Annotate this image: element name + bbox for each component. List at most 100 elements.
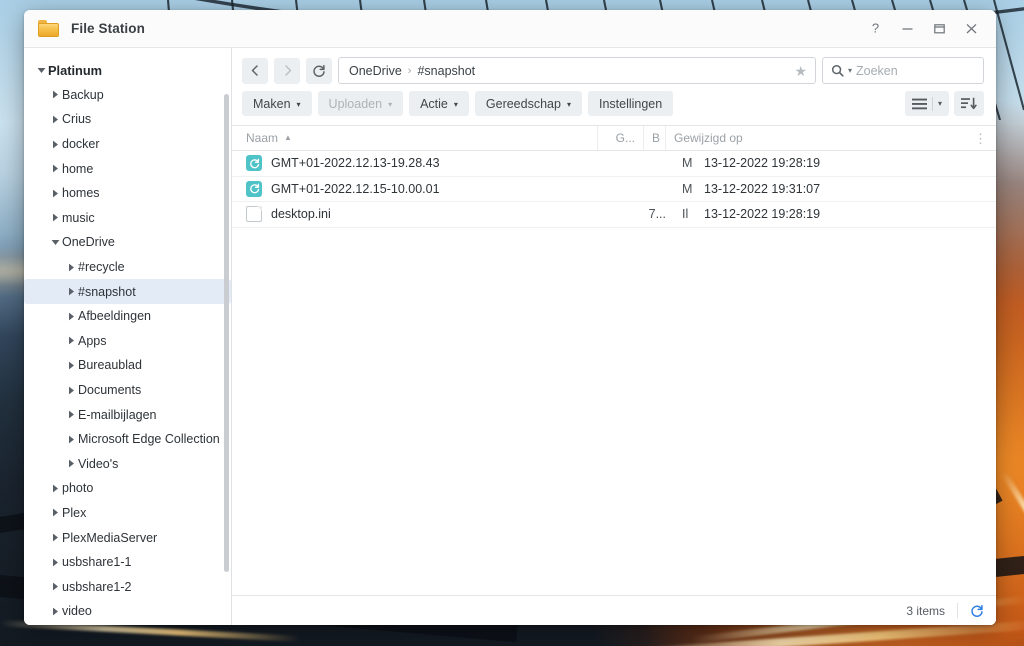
chevron-right-icon[interactable] <box>64 263 78 272</box>
toolbar-button-label: Maken <box>253 96 291 111</box>
sidebar-tree[interactable]: Platinum Backup Crius docker home homes music O… <box>24 48 232 625</box>
chevron-right-icon[interactable] <box>48 533 62 542</box>
forward-button[interactable] <box>274 57 300 84</box>
sidebar-scrollbar[interactable] <box>224 94 229 572</box>
maken-button[interactable]: Maken ▾ <box>242 91 312 116</box>
sidebar-item-video[interactable]: video <box>24 599 231 624</box>
chevron-right-icon[interactable] <box>64 386 78 395</box>
breadcrumb-item-1[interactable]: #snapshot <box>417 64 475 78</box>
sidebar-item-microsoft-edge-collection[interactable]: Microsoft Edge Collection <box>24 427 231 452</box>
column-header-name[interactable]: Naam ▲ <box>244 126 597 150</box>
column-header-type[interactable]: B <box>643 126 665 150</box>
refresh-button[interactable] <box>306 57 332 84</box>
search-box[interactable]: ▾ <box>822 57 984 84</box>
close-button[interactable] <box>956 16 986 42</box>
chevron-right-icon[interactable] <box>48 164 62 173</box>
sidebar-item-label: docker <box>62 137 100 152</box>
chevron-right-icon[interactable] <box>64 287 78 296</box>
chevron-right-icon[interactable] <box>48 484 62 493</box>
chevron-down-icon[interactable]: ▾ <box>297 100 301 109</box>
uploaden-button[interactable]: Uploaden ▾ <box>317 91 404 116</box>
chevron-down-icon[interactable]: ▾ <box>938 99 942 108</box>
sidebar-item-bureaublad[interactable]: Bureaublad <box>24 353 231 378</box>
file-type-cell: M <box>682 181 693 196</box>
chevron-right-icon[interactable] <box>48 213 62 222</box>
item-count-label: 3 items <box>906 603 945 618</box>
sidebar-item-usbshare1-1[interactable]: usbshare1-1 <box>24 550 231 575</box>
sidebar-item-backup[interactable]: Backup <box>24 83 231 108</box>
search-scope-caret-icon[interactable]: ▾ <box>848 66 852 75</box>
chevron-right-icon[interactable] <box>48 189 62 198</box>
more-options-icon[interactable]: ⋮ <box>965 132 996 145</box>
gereedschap-button[interactable]: Gereedschap ▾ <box>474 91 582 116</box>
sidebar-item-afbeeldingen[interactable]: Afbeeldingen <box>24 304 231 329</box>
instellingen-button[interactable]: Instellingen <box>587 91 674 116</box>
sidebar-item-home[interactable]: home <box>24 156 231 181</box>
refresh-icon <box>971 604 983 617</box>
chevron-down-icon[interactable] <box>48 239 62 246</box>
chevron-right-icon[interactable] <box>64 410 78 419</box>
help-button[interactable]: ? <box>860 16 890 42</box>
sidebar-item-photo[interactable]: photo <box>24 476 231 501</box>
chevron-right-icon[interactable] <box>48 607 62 616</box>
sidebar-item-apps[interactable]: Apps <box>24 329 231 354</box>
sort-descending-icon <box>961 97 977 110</box>
sidebar-item-platinum[interactable]: Platinum <box>24 58 231 83</box>
file-size-cell: 7... <box>648 207 666 222</box>
chevron-right-icon[interactable] <box>64 336 78 345</box>
chevron-right-icon[interactable] <box>48 508 62 517</box>
file-list[interactable]: GMT+01-2022.12.13-19.28.43 M 13-12-2022 19… <box>232 151 996 595</box>
sidebar-item-label: usbshare1-1 <box>62 555 132 570</box>
sidebar-item-docker[interactable]: docker <box>24 132 231 157</box>
sidebar-item-plex[interactable]: Plex <box>24 501 231 526</box>
table-row[interactable]: GMT+01-2022.12.13-19.28.43 M 13-12-2022 19… <box>232 151 996 177</box>
sidebar-item-label: Afbeeldingen <box>78 309 151 324</box>
chevron-right-icon[interactable] <box>48 115 62 124</box>
sort-button[interactable] <box>954 91 984 116</box>
window-titlebar[interactable]: File Station ? <box>24 10 996 48</box>
sidebar-item-label: video <box>62 604 92 619</box>
sidebar-item-homes[interactable]: homes <box>24 181 231 206</box>
toolbar-button-label: Uploaden <box>328 96 383 111</box>
navigation-bar: OneDrive › #snapshot ★ ▾ <box>232 48 996 89</box>
column-header-modified[interactable]: Gewijzigd op <box>665 126 965 150</box>
sidebar-item-crius[interactable]: Crius <box>24 107 231 132</box>
chevron-right-icon[interactable] <box>48 140 62 149</box>
actie-button[interactable]: Actie ▾ <box>409 91 469 116</box>
chevron-right-icon[interactable] <box>64 361 78 370</box>
chevron-down-icon[interactable]: ▾ <box>567 100 571 109</box>
breadcrumb-item-0[interactable]: OneDrive <box>349 64 402 78</box>
table-row[interactable]: desktop.ini 7... Il 13-12-2022 19:28:19 <box>232 202 996 228</box>
sidebar-item-documents[interactable]: Documents <box>24 378 231 403</box>
chevron-right-icon[interactable] <box>48 582 62 591</box>
sidebar-item-music[interactable]: music <box>24 206 231 231</box>
maximize-button[interactable] <box>924 16 954 42</box>
sidebar-item-onedrive[interactable]: OneDrive <box>24 230 231 255</box>
search-input[interactable] <box>856 63 975 78</box>
chevron-down-icon[interactable] <box>34 67 48 74</box>
sidebar-item-snapshot[interactable]: #snapshot <box>24 279 231 304</box>
back-button[interactable] <box>242 57 268 84</box>
view-mode-button[interactable]: ▾ <box>904 91 949 116</box>
sidebar-item-recycle[interactable]: #recycle <box>24 255 231 280</box>
chevron-down-icon[interactable]: ▾ <box>388 100 392 109</box>
sidebar-item-video-s[interactable]: Video's <box>24 452 231 477</box>
chevron-right-icon[interactable] <box>64 312 78 321</box>
toolbar-button-label: Actie <box>420 96 448 111</box>
breadcrumb-path-input[interactable]: OneDrive › #snapshot ★ <box>338 57 816 84</box>
star-icon[interactable]: ★ <box>794 64 807 78</box>
sidebar-item-usbshare1-2[interactable]: usbshare1-2 <box>24 574 231 599</box>
column-header-size[interactable]: G... <box>597 126 643 150</box>
table-row[interactable]: GMT+01-2022.12.15-10.00.01 M 13-12-2022 19… <box>232 177 996 202</box>
sidebar-item-label: Plex <box>62 505 87 520</box>
main-pane: OneDrive › #snapshot ★ ▾ Ma <box>232 48 996 625</box>
refresh-button[interactable] <box>970 604 984 618</box>
minimize-button[interactable] <box>892 16 922 42</box>
chevron-right-icon[interactable] <box>48 90 62 99</box>
chevron-right-icon[interactable] <box>64 435 78 444</box>
chevron-down-icon[interactable]: ▾ <box>454 100 458 109</box>
sidebar-item-plexmediaserver[interactable]: PlexMediaServer <box>24 525 231 550</box>
chevron-right-icon[interactable] <box>48 558 62 567</box>
sidebar-item-e-mailbijlagen[interactable]: E-mailbijlagen <box>24 402 231 427</box>
chevron-right-icon[interactable] <box>64 459 78 468</box>
